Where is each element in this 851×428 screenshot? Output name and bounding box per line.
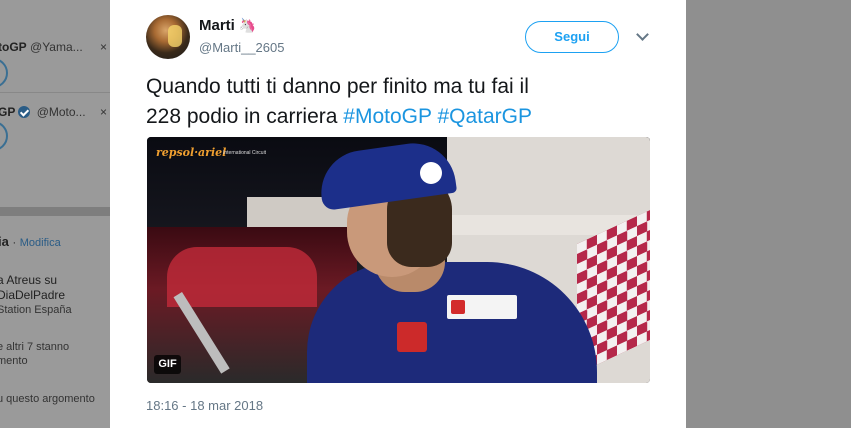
media-crowd-red: [167, 247, 317, 307]
trends-title: ia: [0, 234, 9, 249]
tweet-timestamp[interactable]: 18:16 - 18 mar 2018: [146, 398, 263, 413]
tweet-text-line-2: 228 podio in carriera: [146, 105, 344, 128]
suggestion-1-handle: @Yama...: [30, 40, 83, 54]
section-gap: [0, 207, 110, 216]
media-sponsor-logo: [447, 295, 517, 319]
display-name[interactable]: Marti 🦄: [199, 17, 256, 34]
trends-header: ia · Modifica: [0, 234, 61, 249]
suggestion-2-handle: @Moto...: [36, 105, 86, 119]
hashtag-link-motogp[interactable]: #MotoGP: [343, 105, 431, 128]
verified-icon: [18, 106, 31, 118]
trend-line-1[interactable]: a Atreus su: [0, 273, 57, 287]
suggestion-1[interactable]: toGP @Yama...: [0, 40, 83, 54]
trend-line-3: Station España: [0, 304, 72, 316]
media-cap-logo: [420, 162, 442, 184]
suggestion-2-name: GP: [0, 105, 16, 119]
chevron-down-icon[interactable]: [636, 28, 649, 41]
hashtag-link-qatargp[interactable]: #QatarGP: [437, 105, 532, 128]
trend-line-6: u questo argomento: [0, 393, 95, 405]
tweet-card: Marti 🦄 @Marti__2605 Segui Quando tutti t…: [110, 0, 686, 428]
trend-line-2[interactable]: DiaDelPadre: [0, 288, 65, 302]
follow-button[interactable]: Segui: [525, 21, 619, 53]
right-overlay: [686, 0, 851, 428]
user-handle[interactable]: @Marti__2605: [199, 40, 284, 55]
trends-change-link[interactable]: Modifica: [20, 237, 61, 249]
follow-suggestion-2-button[interactable]: [0, 121, 8, 151]
tweet-text-line-1: Quando tutti ti danno per finito ma tu f…: [146, 75, 529, 98]
tweet-text: Quando tutti ti danno per finito ma tu f…: [146, 72, 666, 132]
media-brand-overlay: repsol·ariel: [156, 146, 227, 159]
unicorn-emoji-icon: 🦄: [238, 17, 257, 33]
media-caption: International Circuit: [223, 150, 267, 156]
gif-media[interactable]: repsol·ariel International Circuit GIF: [147, 137, 650, 383]
media-red-patch: [397, 322, 427, 352]
dismiss-suggestion-2-icon[interactable]: ×: [100, 105, 107, 119]
avatar[interactable]: [146, 15, 190, 59]
suggestion-1-name: toGP: [0, 40, 27, 54]
left-sidebar: toGP @Yama... × GP @Moto... × ia · Modif…: [0, 0, 110, 428]
trend-line-4: e altri 7 stanno: [0, 341, 70, 353]
suggestion-2[interactable]: GP @Moto...: [0, 105, 86, 119]
display-name-text: Marti: [199, 17, 235, 34]
gif-badge: GIF: [154, 355, 181, 374]
dismiss-suggestion-1-icon[interactable]: ×: [100, 40, 107, 54]
follow-suggestion-1-button[interactable]: [0, 58, 8, 88]
divider: [0, 92, 110, 93]
trend-line-5: mento: [0, 355, 28, 367]
